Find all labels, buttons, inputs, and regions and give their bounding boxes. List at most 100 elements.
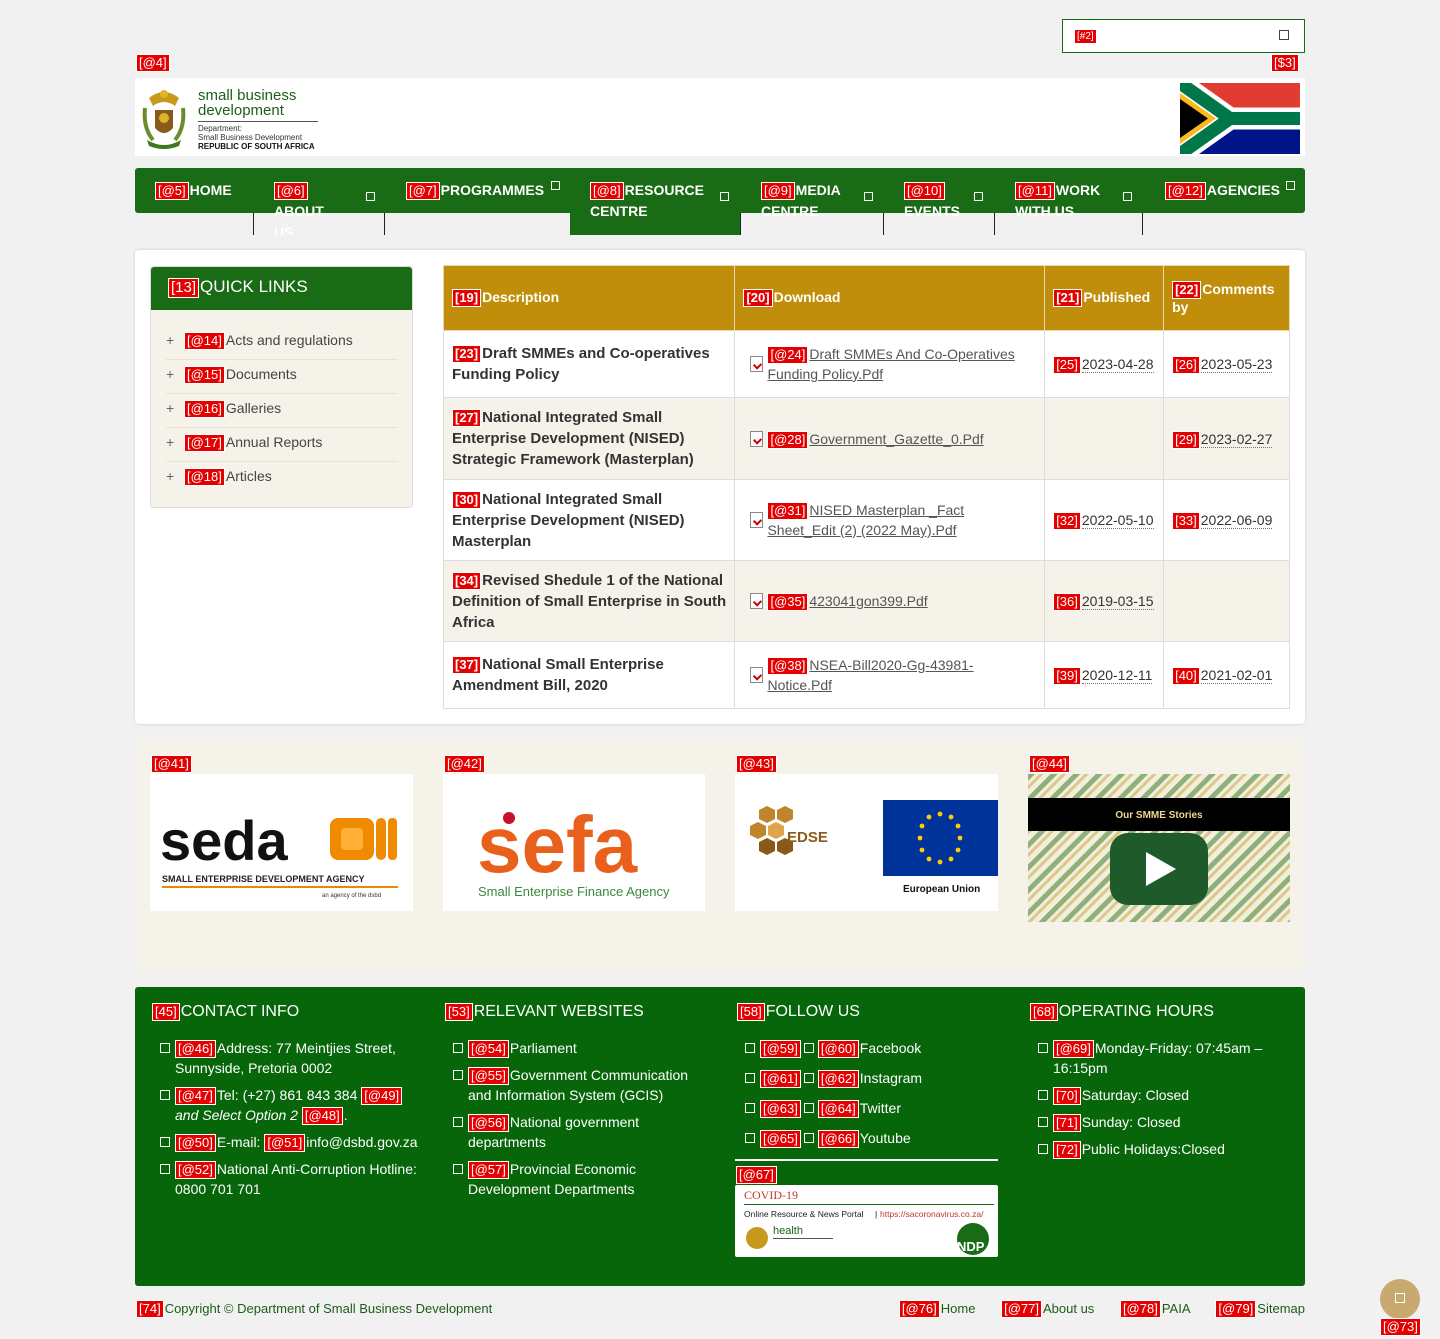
element-tag: [@12] <box>1165 182 1206 200</box>
nav-events[interactable]: [@10] EVENTS <box>884 168 994 235</box>
quick-link-item[interactable]: + [@16] Galleries <box>166 394 398 428</box>
sefa-logo[interactable]: sefa Small Enterprise Finance Agency <box>443 774 705 911</box>
youtube-icon <box>803 1133 814 1143</box>
logo-line: Department: <box>198 124 243 133</box>
element-tag: [@54] <box>468 1040 509 1058</box>
quick-link-item[interactable]: + [@14] Acts and regulations <box>166 326 398 360</box>
logo-line: development <box>198 102 284 119</box>
element-tag: [@44] <box>1029 755 1070 773</box>
element-tag: [@59] <box>760 1040 801 1058</box>
bottom-link-about[interactable]: [@77] About us <box>1001 1300 1094 1318</box>
partner-logos: [@41] seda SMALL ENTERPRISE DEVELOPMENT … <box>135 740 1305 971</box>
nav-agencies[interactable]: [@12] AGENCIES <box>1145 168 1305 235</box>
social-link-youtube[interactable]: [@65] [@66] Youtube <box>735 1128 1000 1148</box>
doc-comments-by: [29] 2023-02-27 <box>1163 397 1290 480</box>
footer-heading: [68] OPERATING HOURS <box>1030 1003 1298 1021</box>
hours-item: [72] Public Holidays:Closed <box>1028 1139 1298 1159</box>
skip-link[interactable]: [@4] <box>136 54 170 72</box>
covid-banner-icon: COVID-19 Online Resource & News Portal |… <box>744 1188 994 1255</box>
element-tag: [@77] <box>1001 1300 1042 1318</box>
bottom-link-home[interactable]: [@76] Home <box>898 1300 975 1318</box>
back-to-top-button[interactable] <box>1380 1279 1420 1319</box>
quick-link-item[interactable]: + [@18] Articles <box>166 462 398 496</box>
element-tag: [58] <box>737 1003 765 1021</box>
social-link-facebook[interactable]: [@59] [@60] Facebook <box>735 1038 1000 1058</box>
search-icon[interactable] <box>1279 30 1289 40</box>
bullet-icon <box>745 1103 755 1113</box>
plus-icon: + <box>166 366 175 382</box>
smme-stories-video[interactable]: Our SMME Stories <box>1028 774 1290 922</box>
bottom-link-paia[interactable]: [@78] PAIA <box>1119 1300 1190 1318</box>
column-header[interactable]: [19] Description <box>442 265 736 331</box>
contact-email: [@50] E-mail: [@51] info@dsbd.gov.za <box>150 1132 420 1152</box>
element-tag: [22] <box>1172 281 1202 299</box>
bullet-icon <box>1038 1090 1048 1100</box>
column-header[interactable]: [21] Published <box>1044 265 1165 331</box>
nav-about[interactable]: [@6] ABOUT US <box>254 168 384 235</box>
covid-portal-banner[interactable]: COVID-19 Online Resource & News Portal |… <box>735 1185 998 1257</box>
nav-home[interactable]: [@5] HOME <box>135 168 253 235</box>
bullet-icon <box>160 1043 170 1053</box>
social-link-twitter[interactable]: [@63] [@64] Twitter <box>735 1098 1000 1118</box>
language-selector[interactable]: [$3] <box>1271 54 1299 72</box>
element-tag: [70] <box>1053 1087 1081 1105</box>
element-tag: [@35] <box>767 593 809 611</box>
nav-label: AGENCIES <box>1206 182 1281 198</box>
nav-label: ABOUT US <box>274 203 324 235</box>
nav-programmes[interactable]: [@7] PROGRAMMES <box>386 168 570 235</box>
edse-eu-logo[interactable]: EDSE European Union <box>735 774 998 911</box>
nav-resource-centre[interactable]: [@8] RESOURCE CENTRE <box>570 168 740 235</box>
element-tag: [@43] <box>736 755 777 773</box>
social-link-instagram[interactable]: [@61] [@62] Instagram <box>735 1068 1000 1088</box>
description-text: Draft SMMEs and Co-operatives Funding Po… <box>452 345 710 383</box>
website-link[interactable]: [@56] National government departments <box>443 1112 715 1152</box>
download-link[interactable]: 423041gon399.Pdf <box>809 593 927 609</box>
doc-description: [23] Draft SMMEs and Co-operatives Fundin… <box>442 330 736 398</box>
chevron-down-icon <box>1286 181 1295 190</box>
comments-date: 2023-02-27 <box>1200 430 1273 448</box>
bullet-icon <box>160 1137 170 1147</box>
element-tag: [@6] <box>274 182 308 200</box>
south-africa-flag-icon <box>1180 83 1300 154</box>
search-box[interactable]: [#2] <box>1062 19 1305 53</box>
nav-media-centre[interactable]: [@9] MEDIA CENTRE <box>741 168 883 235</box>
quick-link-label: Annual Reports <box>225 434 323 450</box>
logo-line: Small Business Development <box>198 133 303 142</box>
tel-text[interactable]: Tel: (+27) 861 843 384 <box>217 1087 358 1103</box>
instagram-icon <box>803 1073 814 1083</box>
covid-url: https://sacoronavirus.co.za/ <box>880 1209 984 1219</box>
plus-icon: + <box>166 468 175 484</box>
heading-text: OPERATING HOURS <box>1058 1003 1214 1020</box>
email-link[interactable]: info@dsbd.gov.za <box>306 1134 417 1150</box>
department-logo[interactable]: small business development Department: S… <box>139 84 329 152</box>
element-tag[interactable]: [@47] <box>175 1087 216 1105</box>
quick-link-item[interactable]: + [@17] Annual Reports <box>166 428 398 462</box>
column-header[interactable]: [22] Comments by <box>1163 265 1290 331</box>
table-row: [23] Draft SMMEs and Co-operatives Fundin… <box>442 330 1290 398</box>
svg-text:|: | <box>875 1209 877 1219</box>
partner-subtitle: SMALL ENTERPRISE DEVELOPMENT AGENCY <box>162 874 365 884</box>
published-date: 2022-05-10 <box>1081 512 1154 529</box>
table-header-row: [19] Description [20] Download [21] Publish… <box>442 265 1290 331</box>
site-footer: [45] CONTACT INFO [@46] Address: 77 Meintj… <box>135 987 1305 1286</box>
download-link[interactable]: Government_Gazette_0.Pdf <box>809 431 983 447</box>
element-tag: [@76] <box>898 1300 940 1318</box>
chevron-down-icon <box>720 192 729 201</box>
website-link[interactable]: [@57] Provincial Economic Development Dep… <box>443 1159 715 1199</box>
comments-date: 2023-05-23 <box>1200 356 1273 373</box>
seda-logo[interactable]: seda SMALL ENTERPRISE DEVELOPMENT AGENCY… <box>150 774 413 911</box>
contact-address: [@46] Address: 77 Meintjies Street, Sunny… <box>150 1038 420 1078</box>
nav-work-with-us[interactable]: [@11] WORK WITH US <box>995 168 1143 235</box>
doc-download: [@24] Draft SMMEs And Co-Operatives Fundi… <box>734 330 1046 398</box>
website-link[interactable]: [@54] Parliament <box>443 1038 715 1058</box>
partner-name: sefa <box>477 800 638 889</box>
main-nav: [@5] HOME [@6] ABOUT US [@7] PROGRAMMES [@8… <box>135 168 1305 235</box>
column-header[interactable]: [20] Download <box>734 265 1046 331</box>
website-link[interactable]: [@55] Government Communication and Inform… <box>443 1065 715 1105</box>
bottom-link-sitemap[interactable]: [@79] Sitemap <box>1215 1300 1305 1318</box>
bullet-icon <box>453 1164 463 1174</box>
element-tag: [#2] <box>1074 29 1097 44</box>
quick-link-item[interactable]: + [@15] Documents <box>166 360 398 394</box>
element-tag: [@14] <box>184 332 225 350</box>
bullet-icon <box>745 1133 755 1143</box>
